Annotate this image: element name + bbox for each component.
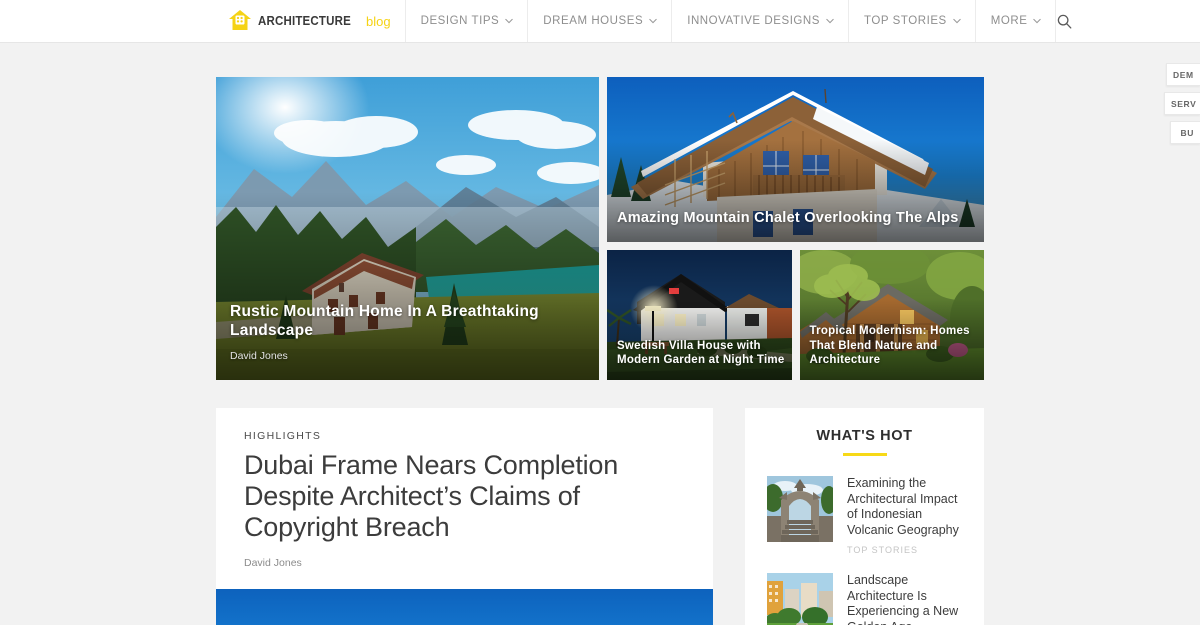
hero-small-body: Swedish Villa House with Modern Garden a… (607, 339, 792, 380)
side-tab-services[interactable]: SERV (1164, 92, 1200, 115)
logo-subword: blog (366, 13, 391, 29)
hero-chalet-body: Amazing Mountain Chalet Overlooking The … (607, 210, 984, 242)
hero-swedish-villa-title[interactable]: Swedish Villa House with Modern Garden a… (617, 339, 792, 368)
chevron-down-icon (1033, 18, 1042, 25)
search-icon (1056, 13, 1073, 30)
article-kicker: HIGHLIGHTS (244, 430, 322, 442)
hero-small-row: Swedish Villa House with Modern Garden a… (607, 250, 984, 380)
hero-tropical-modernism-title[interactable]: Tropical Modernism: Homes That Blend Nat… (810, 324, 985, 368)
main-navigation: DESIGN TIPS DREAM HOUSES INNOVATIVE DESI… (404, 0, 1057, 42)
site-logo[interactable]: ARCHITECTURE blog (228, 0, 405, 42)
dubai-frame-image[interactable] (216, 589, 713, 625)
list-item[interactable]: Examining the Architectural Impact of In… (767, 476, 962, 555)
hero-featured-body: Rustic Mountain Home In A Breathtaking L… (216, 303, 599, 380)
side-tab-buy[interactable]: BU (1170, 121, 1200, 144)
chevron-down-icon (505, 18, 514, 25)
hero-small-body: Tropical Modernism: Homes That Blend Nat… (800, 324, 985, 380)
list-item-text: Examining the Architectural Impact of In… (847, 476, 962, 555)
side-tab-label: SERV (1171, 98, 1197, 109)
nav-label: TOP STORIES (864, 15, 947, 27)
content-container: Rustic Mountain Home In A Breathtaking L… (216, 43, 984, 625)
hero-featured-author: David Jones (230, 350, 288, 362)
side-tab-label: BU (1180, 127, 1194, 138)
side-tab-label: DEM (1173, 69, 1194, 80)
hero-grid: Rustic Mountain Home In A Breathtaking L… (216, 77, 984, 380)
logo-wordmark: ARCHITECTURE (258, 14, 351, 28)
hero-right-column: Amazing Mountain Chalet Overlooking The … (607, 77, 984, 380)
nav-label: DESIGN TIPS (420, 15, 500, 27)
whats-hot-heading: WHAT'S HOT (816, 428, 913, 444)
hot-item-category: TOP STORIES (847, 545, 919, 555)
page-body: Rustic Mountain Home In A Breathtaking L… (0, 43, 1200, 625)
nav-item-more[interactable]: MORE (974, 0, 1057, 42)
nav-label: MORE (990, 15, 1028, 27)
chevron-down-icon (649, 18, 657, 25)
side-tab-demo[interactable]: DEM (1166, 63, 1200, 86)
nav-item-design-tips[interactable]: DESIGN TIPS (404, 0, 528, 42)
nav-label: DREAM HOUSES (543, 15, 644, 27)
article-author: David Jones (244, 557, 302, 570)
nav-label: INNOVATIVE DESIGNS (687, 15, 821, 27)
hero-featured-title[interactable]: Rustic Mountain Home In A Breathtaking L… (230, 303, 599, 341)
site-header: ARCHITECTURE blog DESIGN TIPS DREAM HOUS… (0, 0, 1200, 144)
article-title[interactable]: Dubai Frame Nears Completion Despite Arc… (244, 450, 685, 543)
hero-featured-card[interactable]: Rustic Mountain Home In A Breathtaking L… (216, 77, 599, 380)
indonesian-gate-thumbnail[interactable] (767, 476, 833, 542)
house-icon (228, 9, 252, 33)
hero-swedish-villa-card[interactable]: Swedish Villa House with Modern Garden a… (607, 250, 792, 380)
highlights-article-text: HIGHLIGHTS Dubai Frame Nears Completion … (216, 408, 713, 589)
hero-tropical-modernism-card[interactable]: Tropical Modernism: Homes That Blend Nat… (799, 250, 985, 380)
chevron-down-icon (826, 18, 834, 25)
nav-item-top-stories[interactable]: TOP STORIES (848, 0, 975, 42)
whats-hot-underline (842, 453, 887, 456)
side-tab-group: DEM SERV BU (1164, 63, 1200, 144)
nav-item-dream-houses[interactable]: DREAM HOUSES (527, 0, 671, 42)
whats-hot-panel: WHAT'S HOT Examining the Architectural I… (745, 408, 984, 625)
hero-chalet-title[interactable]: Amazing Mountain Chalet Overlooking The … (617, 210, 984, 228)
hero-chalet-card[interactable]: Amazing Mountain Chalet Overlooking The … (607, 77, 984, 242)
lower-section: HIGHLIGHTS Dubai Frame Nears Completion … (216, 408, 984, 625)
urban-park-thumbnail[interactable] (767, 573, 833, 625)
search-button[interactable] (1056, 0, 1073, 42)
hot-item-title[interactable]: Examining the Architectural Impact of In… (847, 476, 962, 538)
chevron-down-icon (953, 18, 961, 25)
list-item[interactable]: Landscape Architecture Is Experiencing a… (767, 573, 962, 625)
nav-item-innovative-designs[interactable]: INNOVATIVE DESIGNS (671, 0, 848, 42)
highlights-article-card: HIGHLIGHTS Dubai Frame Nears Completion … (216, 408, 713, 625)
hot-item-title[interactable]: Landscape Architecture Is Experiencing a… (847, 573, 962, 625)
list-item-text: Landscape Architecture Is Experiencing a… (847, 573, 962, 625)
